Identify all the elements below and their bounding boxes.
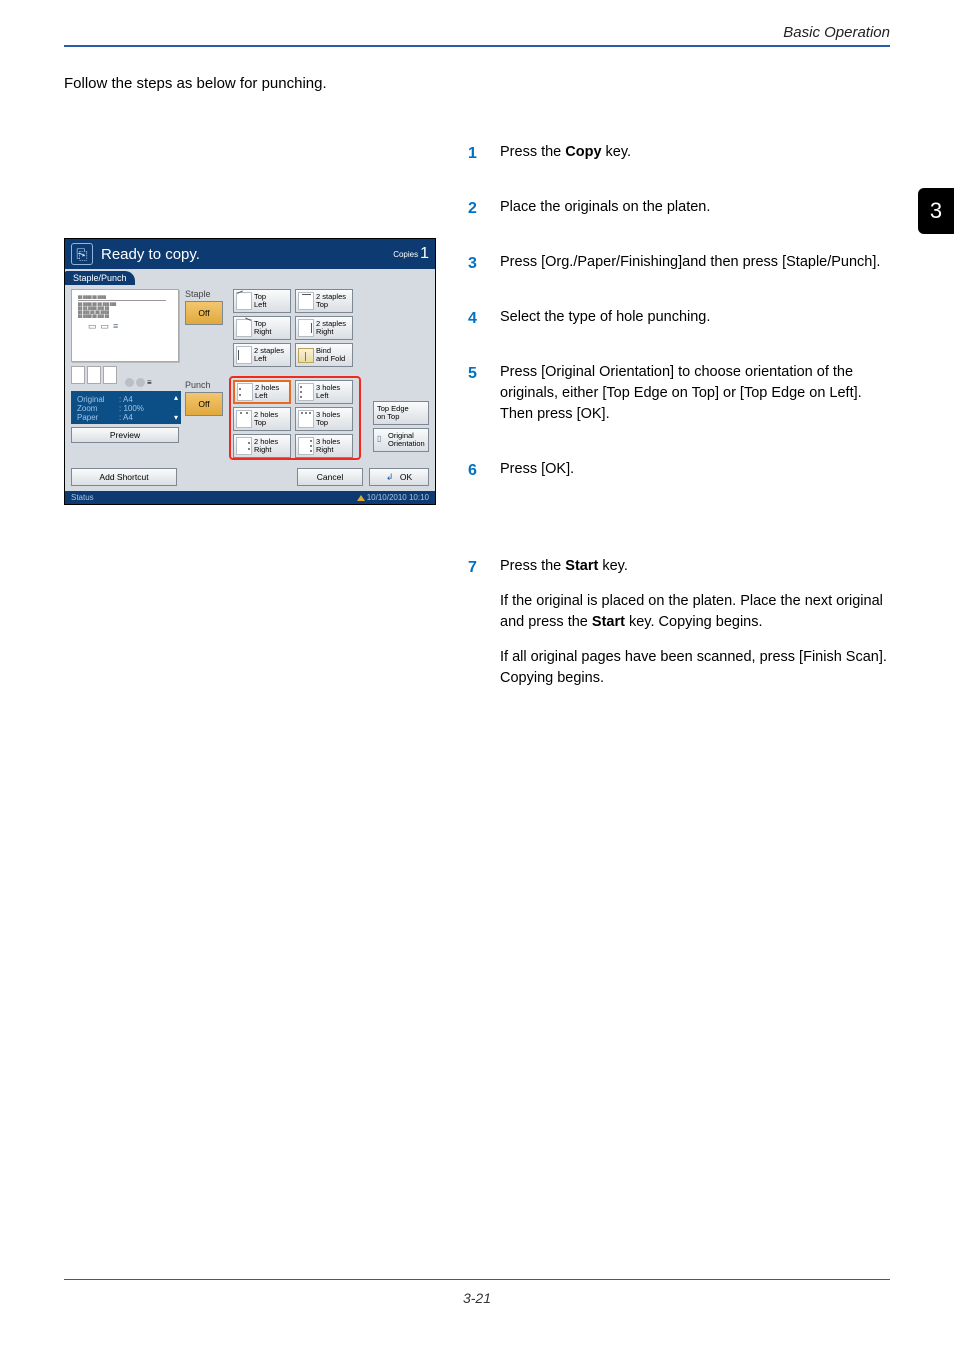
- step-body: Press [Original Orientation] to choose o…: [500, 362, 890, 439]
- opt-staple-top-right[interactable]: TopRight: [233, 316, 291, 340]
- preview-document: ██ ████ ██ ████ ██ ████ ██ ██ ███ █████ …: [71, 289, 179, 362]
- original-orientation-button[interactable]: ▯OriginalOrientation: [373, 428, 429, 452]
- cancel-button[interactable]: Cancel: [297, 468, 363, 486]
- book-icon: [298, 348, 314, 363]
- preview-list-icon: ≡: [113, 321, 118, 333]
- step-number: 1: [468, 142, 500, 177]
- opt-2staples-top[interactable]: 2 staplesTop: [295, 289, 353, 313]
- step-body: Press the Copy key.: [500, 142, 890, 177]
- page-header: Basic Operation: [64, 24, 890, 47]
- add-shortcut-button[interactable]: Add Shortcut: [71, 468, 177, 486]
- copy-icon: ⎘: [71, 243, 93, 265]
- opt-2holes-left[interactable]: 2 holesLeft: [233, 380, 291, 404]
- step-body: Press [Org./Paper/Finishing]and then pre…: [500, 252, 890, 287]
- preview-button[interactable]: Preview: [71, 427, 179, 443]
- chevron-down-icon[interactable]: ▾: [174, 413, 178, 422]
- preview-thumb-icon: ▭: [101, 321, 110, 333]
- step-item: 5Press [Original Orientation] to choose …: [468, 362, 890, 439]
- top-edge-button[interactable]: Top Edgeon Top: [373, 401, 429, 425]
- step-number: 4: [468, 307, 500, 342]
- opt-staple-top-left[interactable]: TopLeft: [233, 289, 291, 313]
- preview-meta: ▴ ▾ Original: A4 Zoom: 100% Paper: A4: [71, 391, 181, 424]
- opt-bind-fold[interactable]: Bindand Fold: [295, 343, 353, 367]
- step-item: 4Select the type of hole punching.: [468, 307, 890, 342]
- step-number: 7: [468, 556, 500, 703]
- step-number: 2: [468, 197, 500, 232]
- opt-2holes-top[interactable]: 2 holesTop: [233, 407, 291, 431]
- preview-thumb-icon: ▭: [88, 321, 97, 333]
- step-number: 6: [468, 459, 500, 494]
- intro-text: Follow the steps as below for punching.: [64, 75, 890, 92]
- opt-3holes-left[interactable]: 3 holesLeft: [295, 380, 353, 404]
- copies-value: 1: [420, 245, 429, 263]
- step-item: 2Place the originals on the platen.: [468, 197, 890, 232]
- step-item: 3Press [Org./Paper/Finishing]and then pr…: [468, 252, 890, 287]
- copies-label: Copies: [393, 250, 418, 259]
- enter-icon: ↲: [386, 472, 400, 483]
- nav-next-icon[interactable]: [136, 378, 145, 387]
- step-number: 5: [468, 362, 500, 439]
- steps-list: 1Press the Copy key.2Place the originals…: [468, 142, 890, 703]
- panel-title: Ready to copy.: [101, 246, 393, 263]
- staple-label: Staple: [185, 289, 211, 299]
- step-body: Select the type of hole punching.: [500, 307, 890, 342]
- opt-3holes-top[interactable]: 3 holesTop: [295, 407, 353, 431]
- punch-off-button[interactable]: Off: [185, 392, 223, 416]
- step-body: Press the Start key.If the original is p…: [500, 556, 890, 703]
- step-number: 3: [468, 252, 500, 287]
- chapter-tab: 3: [918, 188, 954, 234]
- status-time: 10/10/2010 10:10: [367, 493, 429, 502]
- step-body: Press [OK].: [500, 459, 890, 494]
- step-item: 7Press the Start key.If the original is …: [468, 556, 890, 703]
- step-item: 1Press the Copy key.: [468, 142, 890, 177]
- nav-prev-icon[interactable]: [125, 378, 134, 387]
- status-label: Status: [71, 493, 94, 502]
- step-body: Place the originals on the platen.: [500, 197, 890, 232]
- staple-off-button[interactable]: Off: [185, 301, 223, 325]
- ok-button[interactable]: ↲OK: [369, 468, 429, 486]
- chevron-up-icon[interactable]: ▴: [174, 393, 178, 402]
- opt-2staples-left[interactable]: 2 staplesLeft: [233, 343, 291, 367]
- opt-2staples-right[interactable]: 2 staplesRight: [295, 316, 353, 340]
- page-footer: 3-21: [64, 1279, 890, 1306]
- step-item: 6Press [OK].: [468, 459, 890, 494]
- punch-label: Punch: [185, 380, 211, 390]
- warning-icon: [357, 495, 365, 501]
- device-panel: ⎘ Ready to copy. Copies 1 Staple/Punch █…: [64, 238, 436, 505]
- opt-2holes-right[interactable]: 2 holesRight: [233, 434, 291, 458]
- opt-3holes-right[interactable]: 3 holesRight: [295, 434, 353, 458]
- tab-staple-punch[interactable]: Staple/Punch: [65, 271, 135, 285]
- page-icon: ▯: [377, 435, 385, 445]
